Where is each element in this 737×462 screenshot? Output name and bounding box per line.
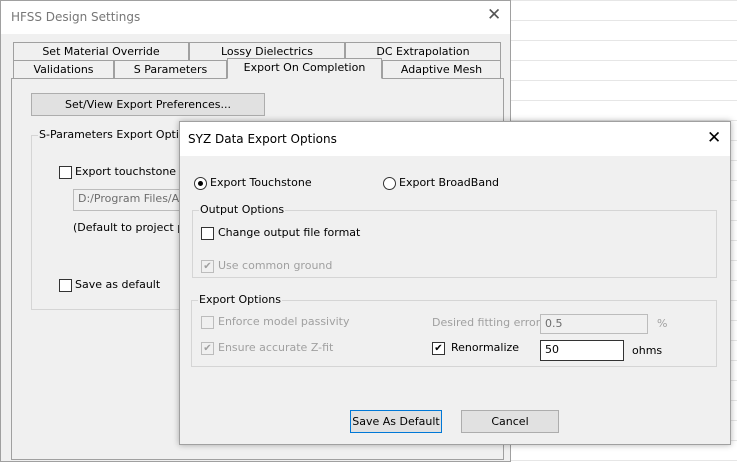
- enforce-passivity-label: Enforce model passivity: [218, 315, 350, 328]
- accurate-z-fit-checkbox[interactable]: ✔: [201, 342, 214, 355]
- renormalize-impedance-input[interactable]: 50: [540, 340, 624, 361]
- cancel-button[interactable]: Cancel: [461, 410, 559, 433]
- export-touchstone-radio[interactable]: [194, 177, 207, 190]
- enforce-passivity-checkbox[interactable]: [201, 316, 214, 329]
- renormalize-checkbox[interactable]: ✔: [432, 342, 445, 355]
- dialog-title: SYZ Data Export Options: [188, 132, 337, 146]
- use-common-ground-label: Use common ground: [218, 259, 333, 272]
- change-output-format-label: Change output file format: [218, 226, 361, 239]
- tab-export-on-completion[interactable]: Export On Completion: [227, 58, 382, 79]
- fitting-error-label: Desired fitting error:: [432, 316, 544, 329]
- export-touchstone-radio-label: Export Touchstone: [210, 176, 312, 189]
- title-bar: HFSS Design Settings ✕: [1, 1, 510, 34]
- export-broadband-radio-label: Export BroadBand: [399, 176, 500, 189]
- group-label: Export Options: [198, 293, 282, 306]
- tab-validations[interactable]: Validations: [13, 60, 114, 78]
- set-view-export-preferences-button[interactable]: Set/View Export Preferences...: [31, 93, 265, 116]
- export-broadband-radio[interactable]: [383, 177, 396, 190]
- group-label: Output Options: [199, 203, 286, 216]
- tab-set-material-override[interactable]: Set Material Override: [13, 42, 189, 60]
- tab-adaptive-mesh[interactable]: Adaptive Mesh: [382, 60, 501, 78]
- close-icon[interactable]: ✕: [707, 130, 721, 147]
- title-bar: SYZ Data Export Options ✕: [180, 122, 730, 156]
- save-as-default-button[interactable]: Save As Default: [350, 410, 442, 433]
- dialog-title: HFSS Design Settings: [11, 10, 141, 24]
- fitting-error-input[interactable]: 0.5: [540, 314, 648, 334]
- save-as-default-checkbox[interactable]: [59, 279, 72, 292]
- fitting-error-unit: %: [657, 317, 668, 330]
- export-touchstone-checkbox[interactable]: [59, 166, 72, 179]
- renormalize-label: Renormalize: [451, 341, 520, 354]
- group-label: S-Parameters Export Options: [38, 128, 200, 141]
- change-output-format-checkbox[interactable]: [201, 227, 214, 240]
- syz-data-export-dialog: SYZ Data Export Options ✕ Export Touchst…: [179, 121, 731, 445]
- save-as-default-label: Save as default: [75, 278, 161, 291]
- use-common-ground-checkbox[interactable]: ✔: [201, 260, 214, 273]
- close-icon[interactable]: ✕: [487, 7, 501, 24]
- tab-s-parameters[interactable]: S Parameters: [114, 60, 227, 78]
- renormalize-unit: ohms: [632, 344, 663, 357]
- accurate-z-fit-label: Ensure accurate Z-fit: [218, 341, 334, 354]
